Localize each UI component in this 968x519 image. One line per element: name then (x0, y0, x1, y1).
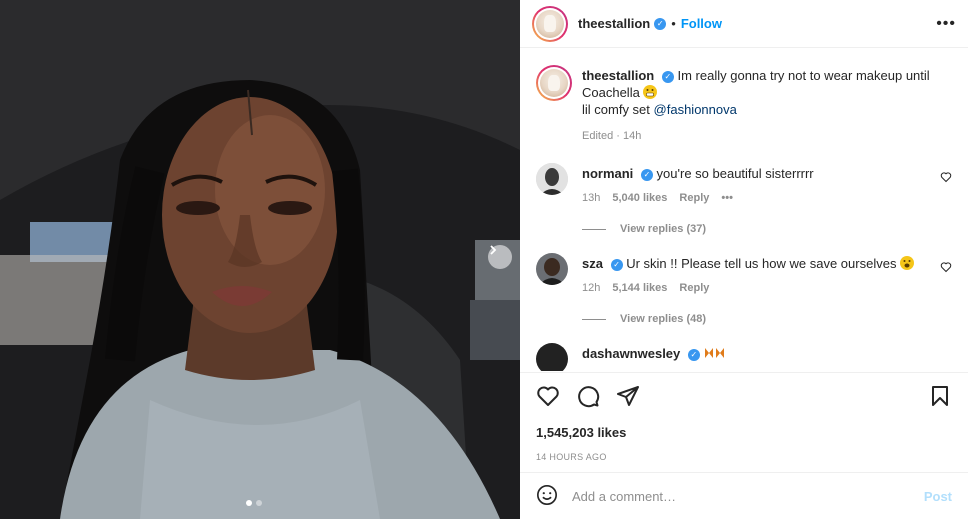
verified-icon: ✓ (654, 17, 667, 30)
caption-meta: Edited · 14h (582, 128, 952, 145)
view-replies-label: View replies (37) (620, 223, 707, 235)
comment-input[interactable]: Add a comment… (572, 489, 924, 504)
commenter-avatar[interactable] (536, 343, 568, 371)
post-timestamp[interactable]: 14 HOURS AGO (536, 452, 952, 462)
caption-time[interactable]: 14h (623, 130, 641, 142)
comment-likes[interactable]: 5,144 likes (612, 280, 667, 297)
scream-emoji-icon (900, 256, 915, 270)
verified-icon: ✓ (687, 348, 700, 361)
reply-button[interactable]: Reply (679, 190, 709, 207)
selfie-image (0, 0, 520, 519)
commenter-avatar[interactable] (536, 163, 568, 195)
carousel-dot (256, 500, 262, 506)
comment-likes[interactable]: 5,040 likes (612, 190, 667, 207)
post-photo[interactable] (0, 0, 520, 519)
butterfly-emoji-icon (704, 346, 726, 358)
reply-button[interactable]: Reply (679, 280, 709, 297)
comment-text: you're so beautiful sisterrrrr (656, 166, 814, 181)
comment-username[interactable]: normani (582, 166, 633, 181)
action-bar (536, 373, 952, 421)
caption-avatar[interactable] (536, 65, 572, 101)
commenter-avatar[interactable] (536, 253, 568, 285)
header-separator: • (671, 16, 676, 31)
comment-meta: 13h 5,040 likes Reply ••• (582, 190, 952, 207)
comment-like-heart-icon[interactable] (940, 261, 952, 273)
replies-divider (582, 318, 606, 320)
comment-username[interactable]: sza (582, 256, 603, 271)
comment-item: normani ✓ you're so beautiful sisterrrrr… (536, 163, 952, 207)
post-comment-button[interactable]: Post (924, 489, 952, 504)
replies-divider (582, 228, 606, 230)
likes-count[interactable]: 1,545,203 likes (536, 425, 952, 440)
carousel-dot-active (246, 500, 252, 506)
next-photo-button[interactable] (488, 245, 512, 269)
verified-icon: ✓ (640, 168, 653, 181)
share-icon[interactable] (616, 384, 640, 411)
verified-icon: ✓ (661, 70, 674, 83)
comment-options-button[interactable]: ••• (721, 190, 733, 207)
comment-time[interactable]: 13h (582, 190, 600, 207)
comments-list[interactable]: theestallion ✓ Im really gonna try not t… (520, 49, 968, 371)
follow-button[interactable]: Follow (681, 16, 722, 31)
more-options-button[interactable]: ••• (936, 15, 956, 33)
comment-like-heart-icon[interactable] (940, 171, 952, 183)
post-header: theestallion ✓ • Follow ••• (520, 0, 968, 48)
comment-time[interactable]: 12h (582, 280, 600, 297)
caption-username[interactable]: theestallion (582, 68, 654, 83)
heart-icon[interactable] (536, 384, 560, 411)
comment-item: dashawnwesley ✓ (536, 343, 952, 371)
caption-text-line3: lil comfy set (582, 102, 650, 117)
caption-mention-link[interactable]: @fashionnova (654, 102, 737, 117)
post-detail-panel: theestallion ✓ • Follow ••• theestallion… (520, 0, 968, 519)
caption-text-line2: Coachella (582, 85, 640, 100)
view-replies-label: View replies (48) (620, 313, 707, 325)
view-replies-button[interactable]: View replies (48) (582, 313, 952, 325)
caption-edited-separator: · (616, 130, 620, 142)
comment-icon[interactable] (576, 384, 600, 411)
comment-item: sza ✓ Ur skin !! Please tell us how we s… (536, 253, 952, 297)
author-avatar[interactable] (532, 5, 568, 42)
view-replies-button[interactable]: View replies (37) (582, 223, 952, 235)
caption-text-line1: Im really gonna try not to wear makeup u… (677, 68, 930, 83)
emoji-icon[interactable] (536, 484, 558, 509)
verified-icon: ✓ (610, 258, 623, 271)
grimace-emoji-icon (643, 85, 658, 99)
add-comment-bar: Add a comment… Post (520, 472, 968, 519)
caption-edited: Edited (582, 130, 614, 142)
caption: theestallion ✓ Im really gonna try not t… (536, 65, 952, 145)
carousel-indicator (246, 500, 262, 506)
post-actions: 1,545,203 likes 14 HOURS AGO (520, 372, 968, 462)
comment-username[interactable]: dashawnwesley (582, 346, 680, 361)
bookmark-icon[interactable] (928, 384, 952, 411)
author-username[interactable]: theestallion (578, 16, 650, 31)
comment-meta: 12h 5,144 likes Reply (582, 280, 952, 297)
comment-text: Ur skin !! Please tell us how we save ou… (626, 256, 897, 271)
